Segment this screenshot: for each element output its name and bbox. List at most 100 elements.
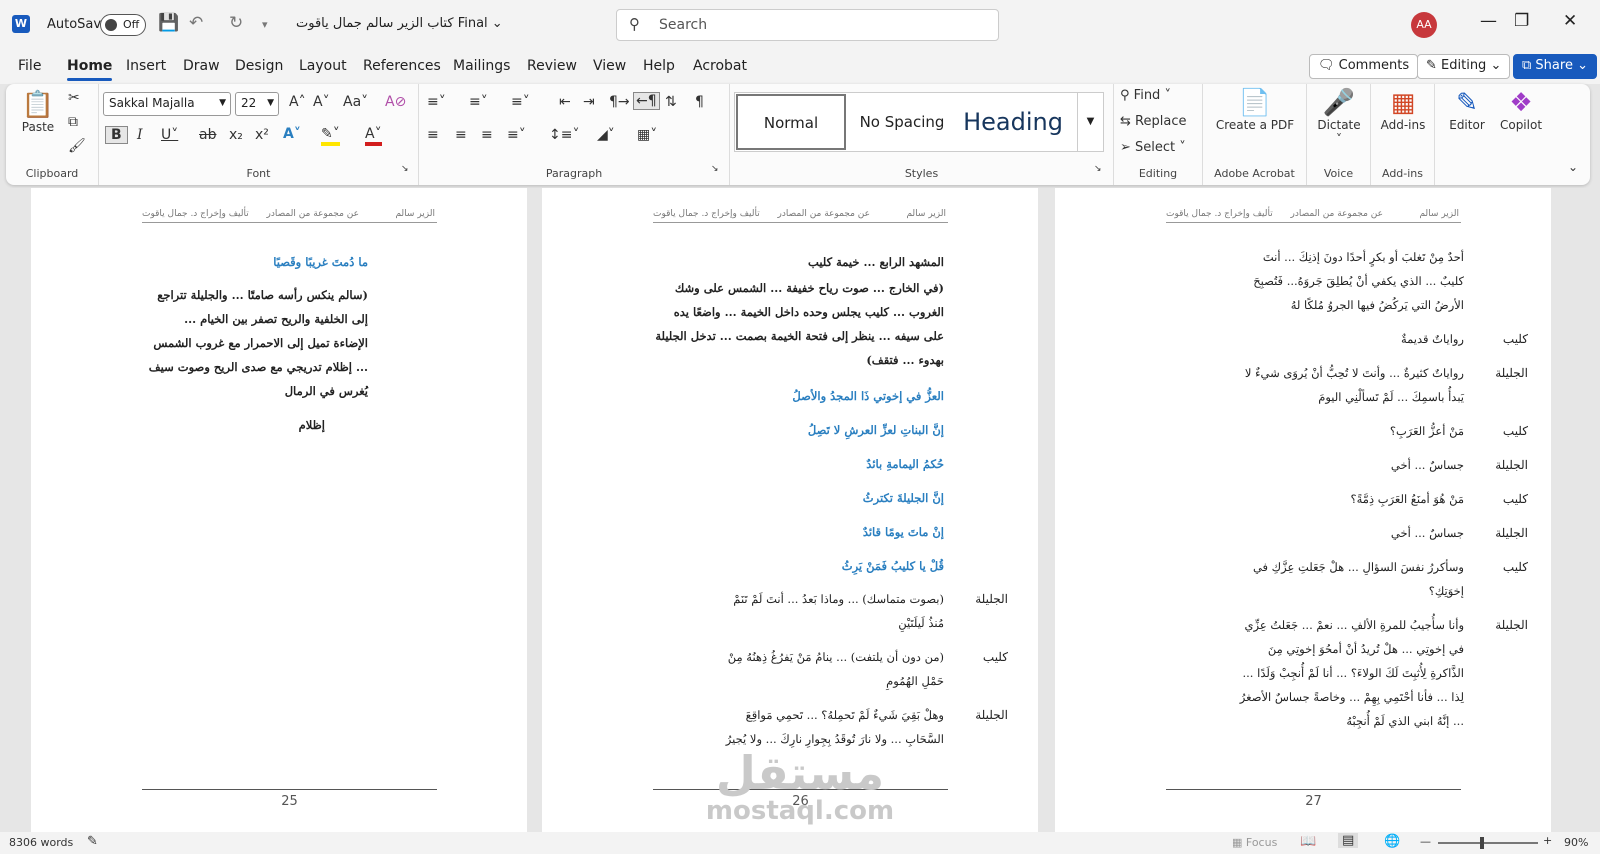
paste-button[interactable]: 📋 Paste xyxy=(18,90,58,134)
zoom-out-icon[interactable]: — xyxy=(1420,835,1431,848)
tab-help[interactable]: Help xyxy=(643,58,675,74)
share-button[interactable]: ⧉ Share ⌄ xyxy=(1513,54,1597,79)
decrease-indent-icon[interactable]: ⇤ xyxy=(559,94,571,110)
style-no-spacing[interactable]: No Spacing xyxy=(847,93,957,151)
dictate-button[interactable]: 🎤 Dictate ˅ xyxy=(1311,88,1367,146)
autosave-toggle[interactable]: Off xyxy=(100,14,146,36)
ltr-direction-icon[interactable]: ¶→ xyxy=(609,94,630,110)
word-count[interactable]: 8306 words xyxy=(9,836,73,849)
page-header: الزير سالم عن مجموعة من المصادر تأليف وإ… xyxy=(1166,209,1461,223)
tab-mailings[interactable]: Mailings xyxy=(453,58,510,74)
undo-icon[interactable]: ↶ xyxy=(189,13,203,33)
focus-button[interactable]: ▦ Focus xyxy=(1232,836,1277,849)
editing-mode-button[interactable]: ✎ Editing ⌄ xyxy=(1417,54,1511,79)
watermark-arabic: مستقل xyxy=(715,746,885,800)
editor-button[interactable]: ✎ Editor xyxy=(1442,88,1492,132)
dialogue-line: رواياتٌ كثيرةٌ ... وأنتَ لا تُحِبُّ أنْ … xyxy=(1244,366,1464,380)
tab-home[interactable]: Home xyxy=(67,58,113,81)
close-icon[interactable]: ✕ xyxy=(1563,11,1577,31)
text-line: أحدٌ مِنْ تَغلبَ أو بكرٍ أحدًا دونَ إذنِ… xyxy=(1262,250,1464,264)
tab-review[interactable]: Review xyxy=(527,58,577,74)
dialogue-line: السَّحَابِ ... ولا نارَ تُوقَدُ بِجِوارِ… xyxy=(725,732,944,746)
bullets-icon[interactable]: ≡˅ xyxy=(427,94,446,110)
align-center-icon[interactable]: ≡ xyxy=(455,127,467,143)
grow-font-icon[interactable]: A˄ xyxy=(289,94,306,110)
collapse-ribbon-icon[interactable]: ⌄ xyxy=(1568,160,1578,174)
borders-icon[interactable]: ▦˅ xyxy=(637,127,657,143)
zoom-slider-thumb[interactable] xyxy=(1480,837,1484,849)
minimize-icon[interactable]: — xyxy=(1480,11,1497,31)
italic-icon[interactable]: I xyxy=(137,127,143,143)
document-title[interactable]: كتاب الزير سالم جمال ياقوت Final ⌄ xyxy=(296,16,503,31)
rtl-direction-icon[interactable]: ←¶ xyxy=(633,92,660,110)
font-size-combo[interactable]: 22 ▼ xyxy=(235,92,279,116)
comments-button[interactable]: 🗨 Comments xyxy=(1309,54,1419,79)
tab-insert[interactable]: Insert xyxy=(126,58,166,74)
web-layout-icon[interactable]: 🌐 xyxy=(1384,834,1400,849)
cut-icon[interactable]: ✂ xyxy=(68,90,80,106)
style-heading-1[interactable]: Heading 1 xyxy=(957,93,1069,151)
align-right-icon[interactable]: ≡ xyxy=(481,127,493,143)
verse-line: حُكمُ اليمامةِ بائدٌ xyxy=(866,457,944,471)
save-icon[interactable]: 💾 xyxy=(158,13,179,33)
page-26[interactable]: الزير سالم عن مجموعة من المصادر تأليف وإ… xyxy=(542,188,1038,832)
proofing-icon[interactable]: ✎ xyxy=(87,834,98,849)
change-case-icon[interactable]: Aa˅ xyxy=(343,94,368,110)
styles-more-icon[interactable]: ▼ xyxy=(1077,93,1103,151)
tab-references[interactable]: References xyxy=(363,58,441,74)
show-marks-icon[interactable]: ¶ xyxy=(695,94,704,110)
dialogue-line: جساسٌ ... أخي xyxy=(1390,526,1464,540)
maximize-icon[interactable]: ❐ xyxy=(1514,11,1529,31)
tab-layout[interactable]: Layout xyxy=(299,58,347,74)
underline-icon[interactable]: U˅ xyxy=(161,127,178,143)
subscript-icon[interactable]: x₂ xyxy=(229,127,243,143)
superscript-icon[interactable]: x² xyxy=(255,127,269,143)
search-box[interactable]: ⚲ Search xyxy=(616,9,999,41)
numbering-icon[interactable]: ≡˅ xyxy=(469,94,488,110)
clear-formatting-icon[interactable]: A⊘ xyxy=(385,94,406,110)
bold-icon[interactable]: B xyxy=(105,126,128,144)
page-25[interactable]: الزير سالم عن مجموعة من المصادر تأليف وإ… xyxy=(31,188,527,832)
line-spacing-icon[interactable]: ↕≡˅ xyxy=(549,127,579,143)
align-left-icon[interactable]: ≡ xyxy=(427,127,439,143)
create-pdf-button[interactable]: 📄 Create a PDF xyxy=(1213,88,1297,132)
tab-file[interactable]: File xyxy=(18,58,41,74)
copilot-button[interactable]: ❖ Copilot xyxy=(1494,88,1548,132)
addins-button[interactable]: ▦ Add-ins xyxy=(1375,88,1431,132)
strikethrough-icon[interactable]: ab xyxy=(199,127,216,143)
format-painter-icon[interactable]: 🖌 xyxy=(68,138,86,154)
customize-qat-icon[interactable]: ▾ xyxy=(262,18,268,31)
cursor-icon: ➢ xyxy=(1120,140,1131,155)
ribbon: 📋 Paste ✂ ⧉ 🖌 Clipboard Sakkal Majalla ▼ 2… xyxy=(6,84,1590,185)
page-27[interactable]: الزير سالم عن مجموعة من المصادر تأليف وإ… xyxy=(1055,188,1551,832)
shrink-font-icon[interactable]: A˅ xyxy=(313,94,330,110)
find-button[interactable]: ⚲ Find ˅ xyxy=(1120,88,1171,103)
font-color-icon[interactable]: A˅ xyxy=(365,126,382,146)
select-button[interactable]: ➢ Select ˅ xyxy=(1120,140,1186,155)
voice-label: Voice xyxy=(1323,167,1354,180)
read-mode-icon[interactable]: 📖 xyxy=(1300,834,1316,849)
tab-acrobat[interactable]: Acrobat xyxy=(693,58,747,74)
tab-design[interactable]: Design xyxy=(235,58,283,74)
zoom-in-icon[interactable]: + xyxy=(1543,834,1552,847)
tab-view[interactable]: View xyxy=(593,58,626,74)
font-name-combo[interactable]: Sakkal Majalla ▼ xyxy=(103,92,231,116)
zoom-level[interactable]: 90% xyxy=(1564,836,1588,849)
multilevel-list-icon[interactable]: ≡˅ xyxy=(511,94,530,110)
copy-icon[interactable]: ⧉ xyxy=(68,114,78,130)
speaker-name: الجليلة xyxy=(975,592,1008,606)
style-normal[interactable]: Normal xyxy=(736,94,846,150)
replace-button[interactable]: ⇆ Replace xyxy=(1120,114,1186,129)
highlight-icon[interactable]: ✎˅ xyxy=(321,126,340,146)
redo-icon[interactable]: ↻ xyxy=(229,13,243,33)
avatar[interactable]: AA xyxy=(1411,12,1437,38)
justify-icon[interactable]: ≡˅ xyxy=(507,127,526,143)
text-effects-icon[interactable]: A˅ xyxy=(283,126,301,142)
sort-icon[interactable]: ⇅ xyxy=(665,94,677,110)
increase-indent-icon[interactable]: ⇥ xyxy=(583,94,595,110)
shading-icon[interactable]: ◢˅ xyxy=(597,127,615,143)
zoom-slider[interactable] xyxy=(1438,837,1538,849)
print-layout-icon[interactable]: ▤ xyxy=(1338,833,1359,848)
document-area[interactable]: الزير سالم عن مجموعة من المصادر تأليف وإ… xyxy=(0,188,1600,832)
tab-draw[interactable]: Draw xyxy=(183,58,220,74)
